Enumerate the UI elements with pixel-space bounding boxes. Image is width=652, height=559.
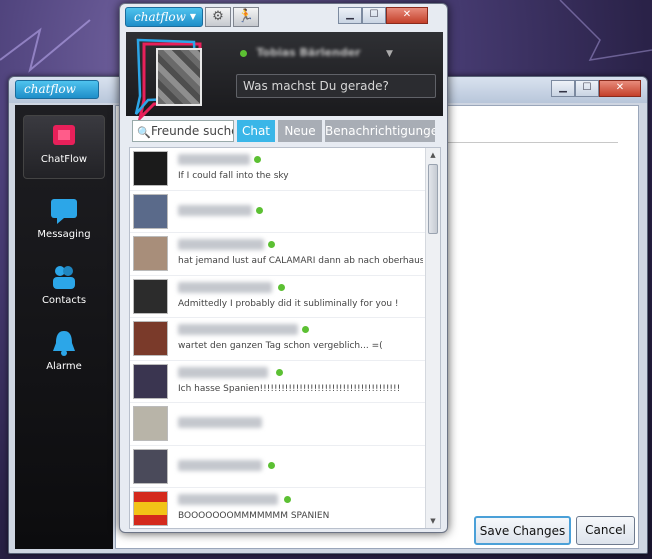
list-item[interactable]: Ich hasse Spanien!!!!!!!!!!!!!!!!!!!!!!!… bbox=[130, 361, 440, 403]
sidebar-item-chatflow[interactable]: ChatFlow bbox=[23, 115, 105, 179]
chevron-down-icon[interactable]: ▼ bbox=[386, 49, 393, 59]
contact-name bbox=[178, 239, 264, 250]
bell-icon bbox=[53, 331, 75, 356]
sidebar-item-contacts[interactable]: Contacts bbox=[15, 257, 113, 321]
maximize-button[interactable]: ☐ bbox=[362, 7, 386, 24]
contact-list[interactable]: If I could fall into the sky hat jemand … bbox=[129, 147, 441, 529]
avatar bbox=[133, 321, 168, 356]
status-input[interactable]: Was machst Du gerade? bbox=[236, 74, 436, 98]
online-status-dot bbox=[240, 49, 247, 57]
contact-name bbox=[178, 459, 262, 471]
popup-titlebar[interactable]: chatflow ▼ ⚙ 🏃 ▁ ☐ ✕ bbox=[120, 4, 447, 32]
contacts-icon bbox=[53, 266, 75, 289]
contact-name bbox=[178, 281, 272, 293]
online-status-dot bbox=[284, 496, 291, 503]
online-status-dot bbox=[254, 156, 261, 163]
avatar bbox=[133, 151, 168, 186]
save-changes-button[interactable]: Save Changes bbox=[474, 516, 571, 545]
online-status-dot bbox=[302, 326, 309, 333]
tab-benachrichtigungen[interactable]: Benachrichtigungen bbox=[325, 120, 435, 142]
divider bbox=[441, 142, 618, 143]
sidebar: ChatFlow Messaging Contacts Alarme bbox=[15, 105, 113, 549]
avatar-frame bbox=[134, 38, 214, 120]
avatar bbox=[133, 363, 168, 399]
list-item[interactable] bbox=[130, 191, 440, 233]
minimize-button[interactable]: ▁ bbox=[551, 80, 575, 97]
avatar bbox=[133, 491, 168, 526]
list-item[interactable]: Admittedly I probably did it subliminall… bbox=[130, 276, 440, 318]
contact-name bbox=[178, 204, 252, 216]
list-item[interactable] bbox=[130, 446, 440, 488]
avatar bbox=[133, 448, 168, 484]
sidebar-item-label: Contacts bbox=[41, 295, 87, 306]
contact-name bbox=[178, 154, 250, 165]
run-icon[interactable]: 🏃 bbox=[233, 7, 259, 27]
sidebar-item-label: Messaging bbox=[37, 229, 91, 240]
scroll-down-arrow-icon[interactable]: ▼ bbox=[426, 514, 440, 528]
filter-row: 🔍 Freunde suchen Chat Neue Benachrichtig… bbox=[132, 120, 444, 142]
sidebar-item-label: Alarme bbox=[46, 361, 82, 372]
search-icon: 🔍 bbox=[137, 126, 151, 139]
list-item[interactable]: BOOOOOOOMMMMMMM SPANIEN bbox=[130, 488, 440, 528]
contact-status-message: Admittedly I probably did it subliminall… bbox=[178, 298, 399, 309]
contact-status-message: hat jemand lust auf CALAMARI dann ab nac… bbox=[178, 256, 423, 266]
online-status-dot bbox=[268, 241, 275, 248]
popup-logo-text: chatflow bbox=[134, 10, 186, 24]
chat-bubble-icon bbox=[51, 199, 77, 224]
maximize-button[interactable]: ☐ bbox=[575, 80, 599, 97]
avatar bbox=[133, 278, 168, 314]
contact-name bbox=[178, 324, 298, 335]
sidebar-item-label: ChatFlow bbox=[40, 154, 88, 165]
cancel-button[interactable]: Cancel bbox=[576, 516, 635, 545]
avatar[interactable] bbox=[156, 48, 202, 106]
contact-status-message: BOOOOOOOMMMMMMM SPANIEN bbox=[178, 511, 330, 521]
list-item[interactable]: If I could fall into the sky bbox=[130, 148, 440, 191]
scroll-up-arrow-icon[interactable]: ▲ bbox=[426, 148, 440, 162]
avatar bbox=[133, 406, 168, 441]
profile-header: Tobias Bärlender ▼ Was machst Du gerade? bbox=[126, 32, 443, 120]
chat-popup-window: chatflow ▼ ⚙ 🏃 ▁ ☐ ✕ Tobias Bärlender ▼ … bbox=[119, 3, 448, 533]
online-status-dot bbox=[278, 283, 285, 291]
tab-neue[interactable]: Neue bbox=[278, 120, 322, 142]
tab-chat[interactable]: Chat bbox=[237, 120, 275, 142]
online-status-dot bbox=[256, 206, 263, 214]
avatar bbox=[133, 236, 168, 271]
search-placeholder: Freunde suchen bbox=[151, 124, 233, 138]
main-window-controls: ▁ ☐ ✕ bbox=[551, 80, 641, 97]
online-status-dot bbox=[268, 461, 275, 469]
list-item[interactable]: hat jemand lust auf CALAMARI dann ab nac… bbox=[130, 233, 440, 276]
popup-window-controls: ▁ ☐ ✕ bbox=[338, 7, 428, 24]
contact-status-message: Ich hasse Spanien!!!!!!!!!!!!!!!!!!!!!!!… bbox=[178, 383, 401, 394]
gear-icon[interactable]: ⚙ bbox=[205, 7, 231, 27]
main-logo-button[interactable]: chatflow bbox=[15, 80, 99, 99]
contact-name bbox=[178, 366, 268, 378]
sidebar-item-alarme[interactable]: Alarme bbox=[15, 323, 113, 387]
user-name-row[interactable]: Tobias Bärlender bbox=[240, 46, 400, 62]
user-name: Tobias Bärlender bbox=[256, 46, 361, 59]
popup-logo-button[interactable]: chatflow ▼ bbox=[125, 7, 203, 27]
contact-status-message: wartet den ganzen Tag schon vergeblich..… bbox=[178, 341, 383, 351]
contact-status-message: If I could fall into the sky bbox=[178, 171, 289, 181]
list-item[interactable] bbox=[130, 403, 440, 446]
contact-name bbox=[178, 494, 278, 505]
contact-name bbox=[178, 417, 262, 428]
list-item[interactable]: wartet den ganzen Tag schon vergeblich..… bbox=[130, 318, 440, 361]
chevron-down-icon: ▼ bbox=[189, 12, 196, 21]
minimize-button[interactable]: ▁ bbox=[338, 7, 362, 24]
chatflow-icon bbox=[53, 125, 75, 145]
list-scrollbar[interactable]: ▲ ▼ bbox=[425, 148, 440, 528]
close-button[interactable]: ✕ bbox=[599, 80, 641, 97]
friend-search-input[interactable]: 🔍 Freunde suchen bbox=[132, 120, 234, 142]
scroll-thumb[interactable] bbox=[428, 164, 438, 234]
avatar bbox=[133, 193, 168, 229]
sidebar-item-messaging[interactable]: Messaging bbox=[15, 191, 113, 255]
online-status-dot bbox=[276, 368, 283, 376]
close-button[interactable]: ✕ bbox=[386, 7, 428, 24]
